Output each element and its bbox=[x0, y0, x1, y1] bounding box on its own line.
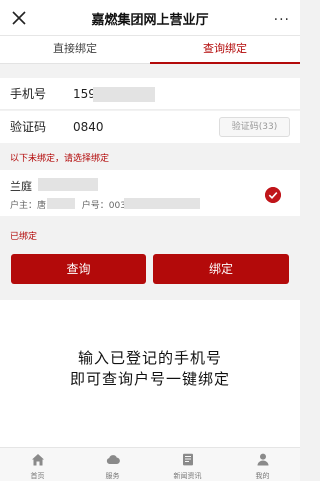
bind-button[interactable]: 绑定 bbox=[153, 254, 289, 284]
unbound-note: 以下未绑定，请选择绑定 bbox=[10, 154, 110, 164]
tabbar-item-profile[interactable]: 我的 bbox=[225, 448, 300, 481]
check-circle-icon[interactable] bbox=[265, 187, 281, 203]
account-redaction bbox=[124, 198, 200, 209]
cloud-icon bbox=[106, 455, 120, 465]
account-owner: 户主：唐 bbox=[10, 201, 47, 211]
hint-panel: 输入已登记的手机号 即可查询户号一键绑定 bbox=[0, 300, 300, 450]
tab-query-bind[interactable]: 查询绑定 bbox=[150, 36, 300, 64]
query-button[interactable]: 查询 bbox=[11, 254, 146, 284]
more-dots-icon[interactable]: ··· bbox=[274, 12, 290, 28]
tabbar-item-home[interactable]: 首页 bbox=[0, 448, 75, 481]
name-redaction bbox=[38, 178, 98, 191]
phone-label: 手机号 bbox=[10, 87, 47, 101]
account-number: 户号：003 bbox=[81, 201, 126, 211]
title-bar: 嘉燃集团网上营业厅 ··· bbox=[0, 0, 300, 36]
tab-bar: 直接绑定 查询绑定 bbox=[0, 36, 300, 64]
page-title: 嘉燃集团网上营业厅 bbox=[91, 13, 209, 28]
tab-direct-bind[interactable]: 直接绑定 bbox=[0, 36, 150, 63]
tabbar-label-home: 首页 bbox=[30, 472, 45, 480]
tabbar-label-profile: 我的 bbox=[255, 472, 270, 480]
code-field[interactable]: 0840 bbox=[73, 111, 104, 143]
tabbar-label-news: 新闻资讯 bbox=[173, 472, 202, 480]
hint-line-1: 输入已登记的手机号 bbox=[77, 349, 222, 367]
get-code-button[interactable]: 验证码(33) bbox=[219, 117, 290, 137]
hint-line-2: 即可查询户号一键绑定 bbox=[69, 370, 230, 388]
tabbar-item-news[interactable]: 新闻资讯 bbox=[150, 448, 225, 481]
phone-redaction bbox=[93, 87, 155, 102]
tabbar-label-service: 服务 bbox=[105, 472, 120, 480]
tabbar-item-service[interactable]: 服务 bbox=[75, 448, 150, 481]
account-name: 兰庭 bbox=[10, 180, 32, 193]
owner-redaction bbox=[47, 198, 75, 209]
bound-label: 已绑定 bbox=[10, 232, 38, 242]
code-label: 验证码 bbox=[10, 120, 47, 134]
profile-icon bbox=[257, 453, 268, 466]
news-icon bbox=[182, 453, 193, 466]
bottom-tab-bar: 首页 服务 新闻资讯 我的 bbox=[0, 447, 300, 481]
home-icon bbox=[31, 454, 44, 466]
account-item[interactable]: 兰庭 户主：唐 户号：003 bbox=[0, 170, 300, 216]
